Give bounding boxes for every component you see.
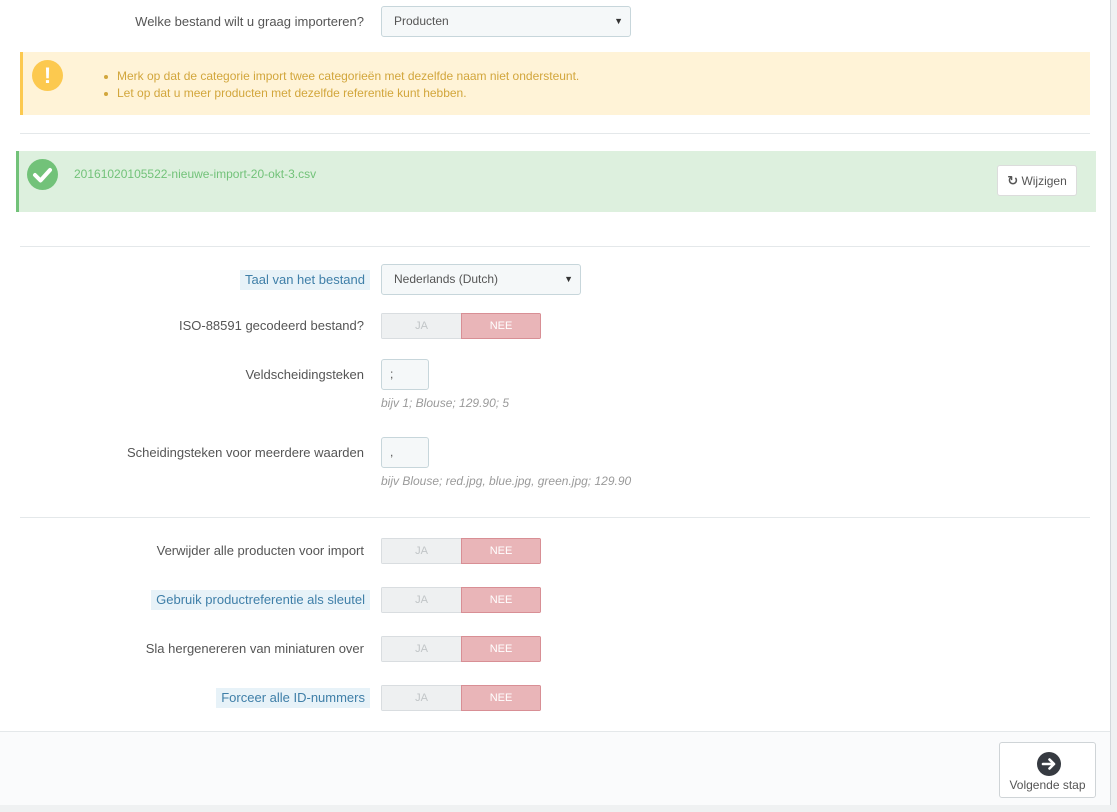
skip-thumbs-switch[interactable]: JA NEE <box>381 636 541 662</box>
refresh-icon: ↻ <box>1007 173 1019 188</box>
warning-item: Let op dat u meer producten met dezelfde… <box>103 85 579 102</box>
force-ids-no-option[interactable]: NEE <box>461 685 541 711</box>
language-label: Taal van het bestand <box>240 270 370 290</box>
next-step-label: Volgende stap <box>1009 778 1086 792</box>
divider <box>20 246 1090 247</box>
uploaded-filename: 20161020105522-nieuwe-import-20-okt-3.cs… <box>74 167 317 181</box>
arrow-right-circle-icon <box>1037 752 1061 776</box>
truncate-label: Verwijder alle producten voor import <box>156 543 364 558</box>
language-select[interactable]: Nederlands (Dutch) ▼ <box>381 264 581 295</box>
multi-separator-label: Scheidingsteken voor meerdere waarden <box>126 445 364 460</box>
next-step-button[interactable]: Volgende stap <box>999 742 1096 798</box>
multi-separator-value: , <box>390 445 394 459</box>
truncate-yes-option[interactable]: JA <box>381 538 461 564</box>
change-file-label: Wijzigen <box>1021 174 1067 188</box>
file-success-alert: 20161020105522-nieuwe-import-20-okt-3.cs… <box>16 151 1096 212</box>
warning-list: Merk op dat de categorie import twee cat… <box>103 68 580 102</box>
divider <box>20 517 1090 518</box>
iso-yes-option[interactable]: JA <box>381 313 461 339</box>
force-ids-switch[interactable]: JA NEE <box>381 685 541 711</box>
change-file-button[interactable]: ↻ Wijzigen <box>997 165 1077 196</box>
import-panel: Welke bestand wilt u graag importeren? P… <box>0 0 1111 805</box>
warning-alert: ! Merk op dat de categorie import twee c… <box>20 52 1090 115</box>
match-ref-yes-option[interactable]: JA <box>381 587 461 613</box>
multi-separator-input[interactable]: , <box>381 437 429 468</box>
iso-no-option[interactable]: NEE <box>461 313 541 339</box>
chevron-down-icon: ▼ <box>564 274 573 284</box>
skip-thumbs-label: Sla hergenereren van miniaturen over <box>145 641 364 656</box>
force-ids-label: Forceer alle ID-nummers <box>216 688 370 708</box>
separator-label: Veldscheidingsteken <box>245 367 364 382</box>
separator-value: ; <box>390 367 394 381</box>
iso-label: ISO-88591 gecodeerd bestand? <box>178 318 364 333</box>
skip-thumbs-no-option[interactable]: NEE <box>461 636 541 662</box>
iso-switch[interactable]: JA NEE <box>381 313 541 339</box>
separator-help: bijv 1; Blouse; 129.90; 5 <box>381 396 510 410</box>
truncate-switch[interactable]: JA NEE <box>381 538 541 564</box>
file-type-label: Welke bestand wilt u graag importeren? <box>135 14 364 29</box>
match-ref-switch[interactable]: JA NEE <box>381 587 541 613</box>
force-ids-yes-option[interactable]: JA <box>381 685 461 711</box>
warning-item: Merk op dat de categorie import twee cat… <box>103 69 580 83</box>
panel-footer: Volgende stap <box>0 731 1110 805</box>
exclamation-icon: ! <box>32 60 63 91</box>
separator-input[interactable]: ; <box>381 359 429 390</box>
chevron-down-icon: ▼ <box>614 16 623 26</box>
file-type-value: Producten <box>394 14 449 28</box>
truncate-no-option[interactable]: NEE <box>461 538 541 564</box>
match-ref-label: Gebruik productreferentie als sleutel <box>151 590 370 610</box>
file-type-select[interactable]: Producten ▼ <box>381 6 631 37</box>
language-value: Nederlands (Dutch) <box>394 272 499 286</box>
multi-separator-help: bijv Blouse; red.jpg, blue.jpg, green.jp… <box>381 474 632 488</box>
skip-thumbs-yes-option[interactable]: JA <box>381 636 461 662</box>
check-circle-icon <box>27 159 58 190</box>
match-ref-no-option[interactable]: NEE <box>461 587 541 613</box>
divider <box>20 133 1090 134</box>
